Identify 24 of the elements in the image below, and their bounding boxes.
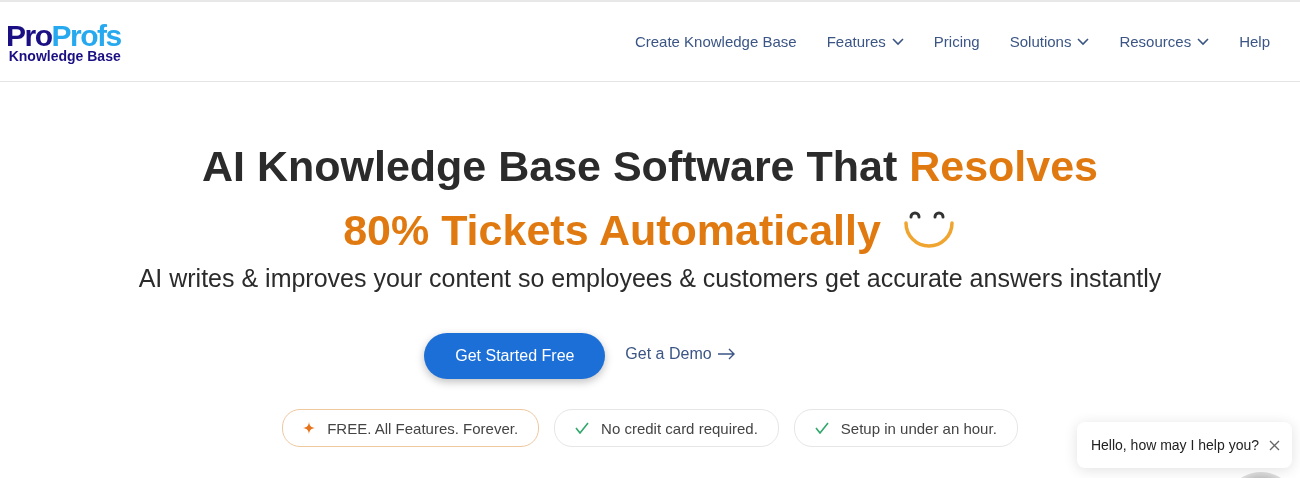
badge-text: FREE. All Features. Forever. [327,419,519,437]
check-icon [575,422,590,434]
chevron-down-icon [1077,37,1090,46]
chevron-down-icon [891,37,904,46]
nav-link[interactable]: Help [1239,33,1270,50]
close-button[interactable] [1269,439,1280,451]
nav-menu[interactable]: Solutions [1009,33,1090,50]
nav-link[interactable]: Pricing [933,33,980,50]
nav-link[interactable]: Create Knowledge Base [634,33,797,50]
hero-headline: AI Knowledge Base Software That Resolves 80% Tickets Automatically [201,141,1099,256]
chevron-down-icon [1197,37,1210,46]
badge-text: No credit card required. [601,419,758,437]
demo-link[interactable]: Get a Demo [625,345,736,363]
logo-subtitle: Knowledge Base [8,48,121,63]
logo-wordmark[interactable]: ProProfs [6,20,121,51]
arrow-right-icon [717,348,736,360]
get-started-button[interactable]: Get Started Free [424,333,606,379]
chat-message: Hello, how may I help you? [1090,437,1259,453]
check-icon [814,422,829,434]
nav-menu[interactable]: Resources [1119,33,1210,50]
sparkle-icon [303,422,316,434]
hero-subtitle: AI writes & improves your content so employees & customers get accurate answers instantly [138,264,1162,293]
badge-text: Setup in under an hour. [840,419,997,437]
nav-menu[interactable]: Features [826,33,904,50]
